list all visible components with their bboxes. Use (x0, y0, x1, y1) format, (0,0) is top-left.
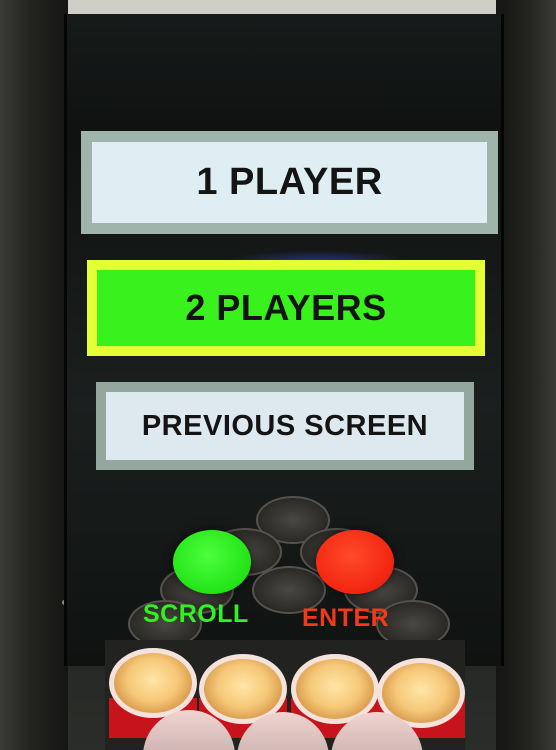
menu-option-label: 2 PLAYERS (185, 287, 387, 328)
cabinet-left-panel (0, 0, 89, 750)
enter-button-label: ENTER (302, 604, 390, 632)
screen-glare (67, 14, 501, 134)
menu-option-label: 1 PLAYER (196, 161, 383, 203)
cabinet-right-panel (496, 0, 556, 750)
enter-button[interactable] (316, 530, 394, 594)
menu-option-previous-screen[interactable]: PREVIOUS SCREEN (96, 382, 474, 470)
cup-tray (105, 640, 465, 750)
scroll-button[interactable] (173, 530, 251, 594)
cabinet-top-rail (0, 0, 556, 14)
menu-option-1-player[interactable]: 1 PLAYER (81, 131, 498, 234)
menu-option-2-players[interactable]: 2 PLAYERS (87, 260, 485, 356)
scroll-button-label: SCROLL (143, 600, 249, 628)
arcade-cabinet: 1 PLAYER 2 PLAYERS PREVIOUS SCREEN SCROL… (0, 0, 556, 750)
cup (109, 648, 197, 718)
menu-option-label: PREVIOUS SCREEN (141, 409, 429, 442)
